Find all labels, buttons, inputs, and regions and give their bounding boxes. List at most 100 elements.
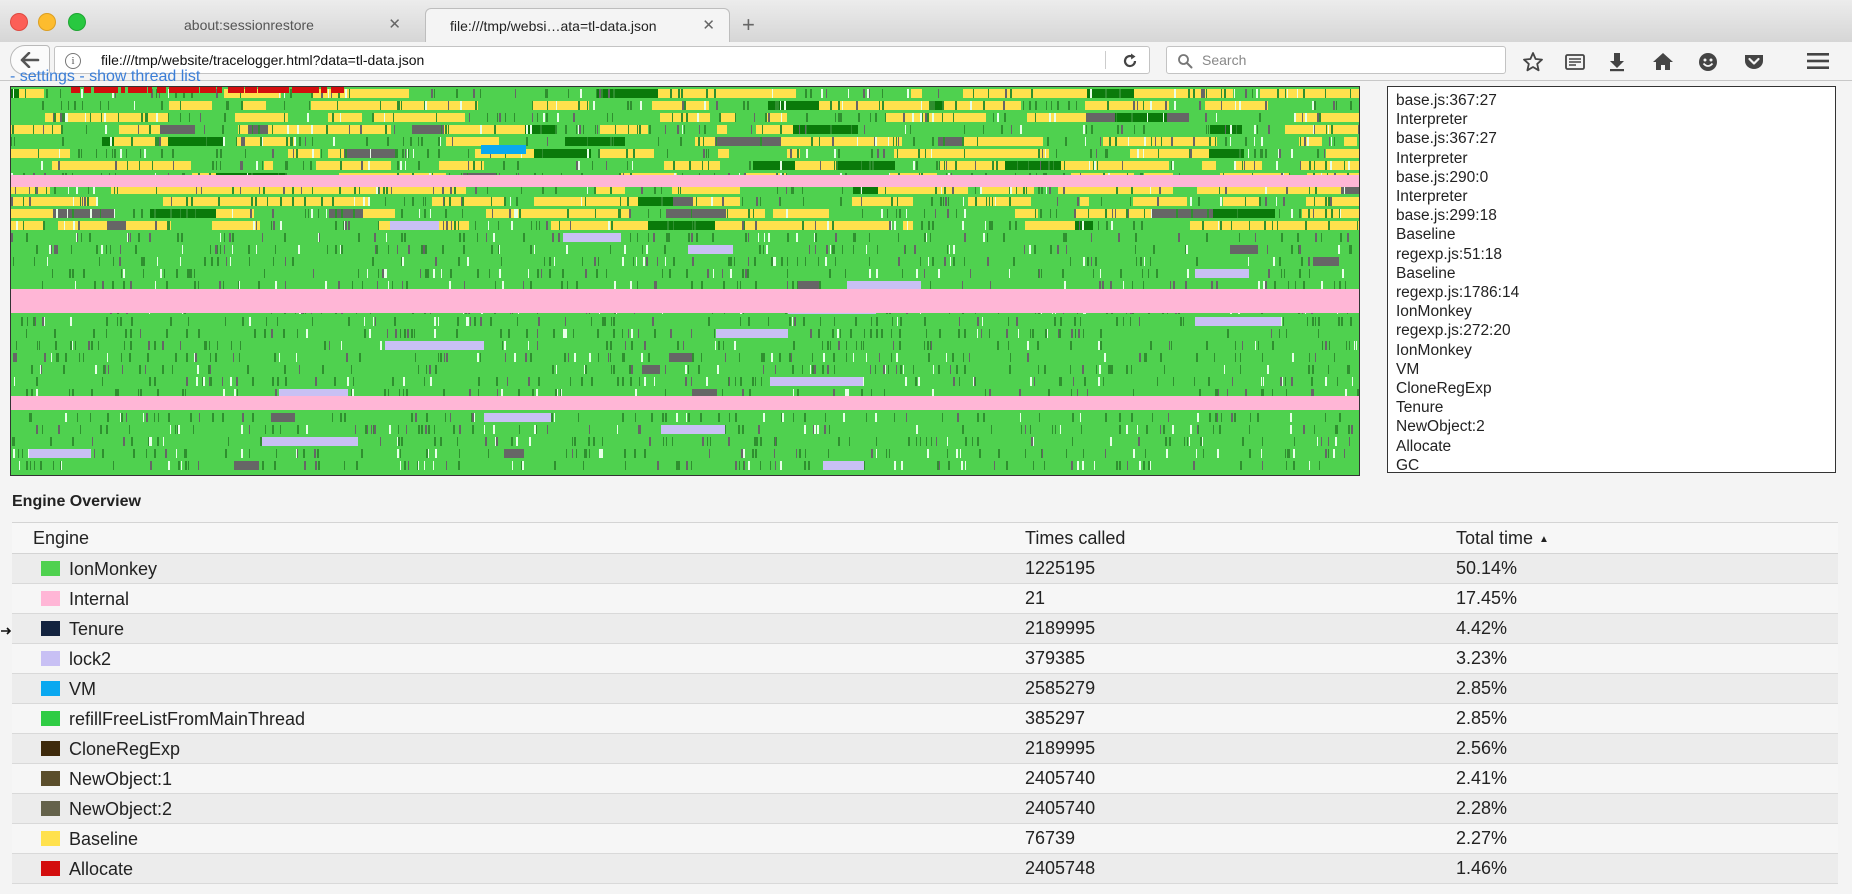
table-row[interactable]: Internal 21 17.45% <box>12 583 1838 614</box>
timeline-tick <box>1205 113 1207 122</box>
times-called-column-header[interactable]: Times called <box>1025 522 1456 554</box>
timeline-tick <box>71 245 72 254</box>
timeline-tick <box>699 125 700 134</box>
timeline-segment <box>1125 161 1169 170</box>
pocket-icon[interactable] <box>1743 51 1765 73</box>
timeline-tick <box>944 257 946 266</box>
timeline-tick <box>81 233 82 242</box>
table-row[interactable]: NewObject:2 2405740 2.28% <box>12 793 1838 824</box>
timeline-tick <box>1041 269 1042 278</box>
table-row[interactable]: lock2 379385 3.23% <box>12 643 1838 674</box>
timeline-segment <box>133 161 191 170</box>
timeline-tick <box>1035 209 1036 218</box>
timeline-tick <box>898 137 899 146</box>
timeline-tick <box>75 341 76 350</box>
timeline-segment <box>455 209 486 218</box>
timeline-tick <box>761 353 763 362</box>
timeline-tick <box>373 317 374 326</box>
tab-close-icon[interactable]: ✕ <box>702 9 715 43</box>
site-info-icon[interactable]: i <box>65 53 81 69</box>
download-icon[interactable] <box>1606 51 1628 73</box>
reload-icon[interactable] <box>1121 52 1139 70</box>
timeline-tick <box>1065 137 1067 146</box>
new-tab-button[interactable]: + <box>742 12 755 38</box>
table-row[interactable]: Tenure 2189995 4.42% <box>12 613 1838 644</box>
table-row[interactable]: NewObject:1 2405740 2.41% <box>12 763 1838 794</box>
timeline-graph[interactable] <box>11 87 1359 475</box>
hello-icon[interactable] <box>1697 51 1719 73</box>
timeline-tick <box>996 161 998 170</box>
table-row[interactable]: IonMonkey 1225195 50.14% <box>12 553 1838 584</box>
timeline-tick <box>869 233 870 242</box>
tab-sessionrestore[interactable]: about:sessionrestore ✕ <box>160 8 415 42</box>
timeline-tick <box>677 125 679 134</box>
window-maximize-button[interactable] <box>68 13 86 31</box>
timeline-tick <box>792 365 794 374</box>
timeline-tick <box>1040 209 1042 218</box>
timeline-tick <box>768 233 770 242</box>
tab-label: file:///tmp/websi…ata=tl-data.json <box>450 18 657 34</box>
timeline-gc-segment <box>1313 257 1339 266</box>
timeline-tick <box>435 365 437 374</box>
table-row[interactable]: Allocate 2405748 1.46% <box>12 853 1838 884</box>
total-time-cell: 1.46% <box>1456 853 1838 884</box>
timeline-tick <box>804 413 806 422</box>
timeline-segment <box>1242 125 1259 134</box>
home-icon[interactable] <box>1652 51 1674 73</box>
timeline-tick <box>1299 269 1301 278</box>
total-time-cell: 17.45% <box>1456 583 1838 614</box>
reading-list-icon[interactable] <box>1564 51 1586 73</box>
timeline-tick <box>824 425 826 434</box>
timeline-tick <box>830 101 832 110</box>
tab-tracelogger[interactable]: file:///tmp/websi…ata=tl-data.json ✕ <box>425 8 730 42</box>
url-bar[interactable]: i file:///tmp/website/tracelogger.html?d… <box>54 46 1150 74</box>
timeline-tick <box>1071 461 1073 470</box>
hamburger-menu-icon[interactable] <box>1806 51 1830 71</box>
timeline-tick <box>748 317 750 326</box>
search-field[interactable]: Search <box>1166 46 1506 74</box>
timeline-tick <box>127 233 128 242</box>
window-close-button[interactable] <box>10 13 28 31</box>
timeline-tick <box>962 281 963 290</box>
timeline-tick <box>918 149 920 158</box>
timeline-tick <box>1135 233 1137 242</box>
timeline-tick <box>222 377 223 386</box>
timeline-tick <box>396 149 398 158</box>
timeline-tick <box>210 365 211 374</box>
table-row[interactable]: Baseline 76739 2.27% <box>12 823 1838 854</box>
timeline-tick <box>1188 89 1190 98</box>
engine-column-header[interactable]: Engine <box>12 522 1025 554</box>
timeline-tick <box>424 209 426 218</box>
timeline-tick <box>511 221 513 230</box>
bookmark-star-icon[interactable] <box>1522 51 1544 73</box>
timeline-tick <box>1312 317 1314 326</box>
timeline-tick <box>1140 257 1142 266</box>
window-minimize-button[interactable] <box>38 13 56 31</box>
table-row[interactable]: VM 2585279 2.85% <box>12 673 1838 704</box>
settings-link[interactable]: - settings - show thread list <box>10 68 200 86</box>
timeline-tick <box>1303 89 1305 98</box>
timeline-tick <box>745 233 747 242</box>
table-row[interactable]: refillFreeListFromMainThread 385297 2.85% <box>12 703 1838 734</box>
engine-color-swatch <box>41 771 60 786</box>
timeline-tick <box>284 233 286 242</box>
timeline-tick <box>284 113 285 122</box>
timeline-canvas[interactable] <box>10 86 1360 476</box>
timeline-tick <box>106 149 107 158</box>
timeline-tick <box>155 137 157 146</box>
timeline-tick <box>1254 161 1255 170</box>
timeline-tick <box>129 353 131 362</box>
timeline-tick <box>241 137 243 146</box>
timeline-tick <box>760 197 761 206</box>
tab-close-icon[interactable]: ✕ <box>388 8 401 42</box>
timeline-tick <box>939 329 941 338</box>
timeline-tick <box>424 461 425 470</box>
timeline-tick <box>740 281 741 290</box>
timeline-tick <box>735 461 737 470</box>
table-row[interactable]: CloneRegExp 2189995 2.56% <box>12 733 1838 764</box>
timeline-allocate-segment <box>169 87 182 93</box>
total-time-column-header[interactable]: Total time ▲ <box>1456 522 1838 554</box>
timeline-tick <box>1333 449 1335 458</box>
timeline-tick <box>509 209 511 218</box>
timeline-tick <box>624 353 625 362</box>
